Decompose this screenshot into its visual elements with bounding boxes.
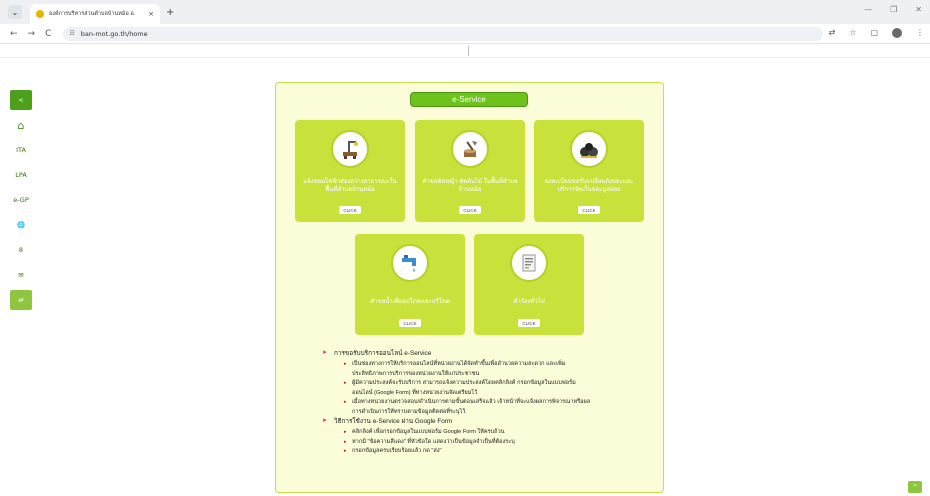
user-button[interactable]: 8 bbox=[10, 240, 32, 260]
info-bullet: เมื่อทางหน่วยงานตรวจสอบ/ดำเนินการตามขั้น… bbox=[322, 398, 642, 407]
click-button[interactable]: CLICK bbox=[399, 319, 421, 327]
service-card-garbage[interactable]: ลงทะเบียนขอรับ/เปลี่ยนถังขยะและบริการจัด… bbox=[534, 120, 644, 222]
browser-tab-bar: ⌄ องค์การบริหารส่วนตำบลบ้านหม้อ อ. × + —… bbox=[0, 0, 930, 24]
minimize-icon[interactable]: — bbox=[864, 5, 872, 14]
info-step: กรอกข้อมูลครบเรียบร้อยแล้ว กด "ส่ง" bbox=[322, 447, 642, 456]
info-step: หากมี "ข้อความสีแดง" ที่หัวข้อใด แสดงว่า… bbox=[322, 438, 642, 447]
reload-icon[interactable]: C bbox=[45, 29, 51, 39]
streetlight-icon bbox=[331, 130, 369, 168]
click-button[interactable]: CLICK bbox=[339, 206, 361, 214]
user-icon: 8 bbox=[18, 246, 24, 254]
forward-icon[interactable]: → bbox=[28, 29, 36, 39]
service-card-streetlight[interactable]: แจ้งซ่อมไฟฟ้าส่องสว่างสาธารณะในพื้นที่ตำ… bbox=[295, 120, 405, 222]
bookmark-bar bbox=[0, 44, 930, 58]
service-label: คำขอตัดหญ้า ตัดต้นไม้ ในพื้นที่ตำบลบ้านห… bbox=[422, 179, 518, 193]
new-tab-button[interactable]: + bbox=[166, 7, 174, 18]
info-bullet-continued: ออนไลน์ (Google Form) ที่ทางหน่วยงานจัดเ… bbox=[352, 389, 478, 396]
site-favicon-icon bbox=[36, 10, 44, 18]
translate-button[interactable]: ⇄ bbox=[10, 290, 32, 310]
info-step: คลิกลิงค์ เพื่อกรอกข้อมูลในแบบฟอร์ม Goog… bbox=[322, 428, 642, 437]
info-bullet: เป็นช่องทางการให้บริการออนไลน์ที่หน่วยงา… bbox=[322, 360, 642, 369]
service-label: แจ้งซ่อมไฟฟ้าส่องสว่างสาธารณะในพื้นที่ตำ… bbox=[303, 179, 397, 193]
restore-icon[interactable]: ❐ bbox=[890, 5, 897, 14]
egp-button[interactable]: e-GP bbox=[10, 190, 32, 210]
document-icon bbox=[510, 244, 548, 282]
page-title: e-Service bbox=[410, 92, 528, 107]
info-bullet-continued: การดำเนินการให้ทราบตามข้อมูลติดต่อที่ระบ… bbox=[352, 408, 466, 415]
service-label: คำขอน้ำเพื่ออุปโภคและบริโภค bbox=[370, 299, 450, 305]
mail-button[interactable]: ✉ bbox=[10, 265, 32, 285]
site-info-icon[interactable]: ☷ bbox=[69, 30, 74, 37]
water-tap-icon bbox=[391, 244, 429, 282]
info-bullet: ผู้มีความประสงค์จะรับบริการ สามารถแจ้งคว… bbox=[322, 379, 642, 388]
info-heading: การขอรับบริการออนไลน์ e-Service bbox=[322, 349, 642, 358]
axe-stump-icon bbox=[451, 130, 489, 168]
url-text: ban-mot.go.th/home bbox=[80, 29, 148, 38]
service-label: ลงทะเบียนขอรับ/เปลี่ยนถังขยะและบริการจัด… bbox=[544, 179, 634, 193]
service-label: คำร้องทั่วไป bbox=[513, 299, 545, 305]
ita-button[interactable]: ITA bbox=[10, 140, 32, 160]
eservice-panel: e-Service แจ้งซ่อมไฟฟ้าส่องสว่างสาธารณะใ… bbox=[275, 82, 664, 493]
globe-button[interactable]: 🌐 bbox=[10, 215, 32, 235]
service-card-grass-cutting[interactable]: คำขอตัดหญ้า ตัดต้นไม้ ในพื้นที่ตำบลบ้านห… bbox=[415, 120, 525, 222]
home-icon: ⌂ bbox=[17, 118, 25, 132]
scroll-to-top-button[interactable]: ^ bbox=[908, 481, 922, 493]
bookmark-separator bbox=[468, 46, 469, 56]
service-card-general-request[interactable]: คำร้องทั่วไป CLICK bbox=[474, 234, 584, 335]
collapse-sidebar-button[interactable]: < bbox=[10, 90, 32, 110]
garbage-bags-icon bbox=[570, 130, 608, 168]
home-button[interactable]: ⌂ bbox=[10, 115, 32, 135]
translate-icon: ⇄ bbox=[18, 296, 24, 304]
menu-kebab-icon[interactable]: ⋮ bbox=[916, 28, 924, 38]
tab-title: องค์การบริหารส่วนตำบลบ้านหม้อ อ. bbox=[49, 11, 136, 17]
address-bar-row: ← → C ☷ ban-mot.go.th/home ⇄ ☆ ▢ ⋮ bbox=[0, 24, 930, 44]
extensions-icon[interactable]: ▢ bbox=[870, 28, 878, 38]
click-button[interactable]: CLICK bbox=[459, 206, 481, 214]
globe-icon: 🌐 bbox=[16, 221, 26, 229]
click-button[interactable]: CLICK bbox=[518, 319, 540, 327]
click-button[interactable]: CLICK bbox=[578, 206, 600, 214]
bookmark-star-icon[interactable]: ☆ bbox=[849, 28, 856, 38]
profile-avatar[interactable] bbox=[892, 28, 902, 38]
back-icon[interactable]: ← bbox=[10, 29, 18, 39]
toolbar-icons: ⇄ ☆ ▢ ⋮ bbox=[829, 28, 924, 38]
close-window-icon[interactable]: ✕ bbox=[915, 5, 922, 14]
tab-close-icon[interactable]: × bbox=[148, 10, 154, 18]
window-controls: — ❐ ✕ bbox=[864, 5, 922, 14]
translate-page-icon[interactable]: ⇄ bbox=[829, 28, 836, 38]
service-card-water[interactable]: คำขอน้ำเพื่ออุปโภคและบริโภค CLICK bbox=[355, 234, 465, 335]
info-heading: วิธีการใช้งาน e-Service ผ่าน Google Form bbox=[322, 417, 642, 426]
tab-search-button[interactable]: ⌄ bbox=[8, 5, 22, 19]
side-tool-column: < ⌂ ITA LPA e-GP 🌐 8 ✉ ⇄ bbox=[10, 90, 32, 315]
mail-icon: ✉ bbox=[18, 271, 24, 279]
url-input[interactable]: ☷ ban-mot.go.th/home bbox=[63, 26, 824, 41]
info-bullet-continued: ประสิทธิภาพการบริการของหน่วยงานให้แก่ประ… bbox=[352, 370, 480, 377]
browser-tab[interactable]: องค์การบริหารส่วนตำบลบ้านหม้อ อ. × bbox=[30, 4, 160, 24]
info-section: การขอรับบริการออนไลน์ e-Service เป็นช่อง… bbox=[322, 349, 642, 457]
lpa-button[interactable]: LPA bbox=[10, 165, 32, 185]
